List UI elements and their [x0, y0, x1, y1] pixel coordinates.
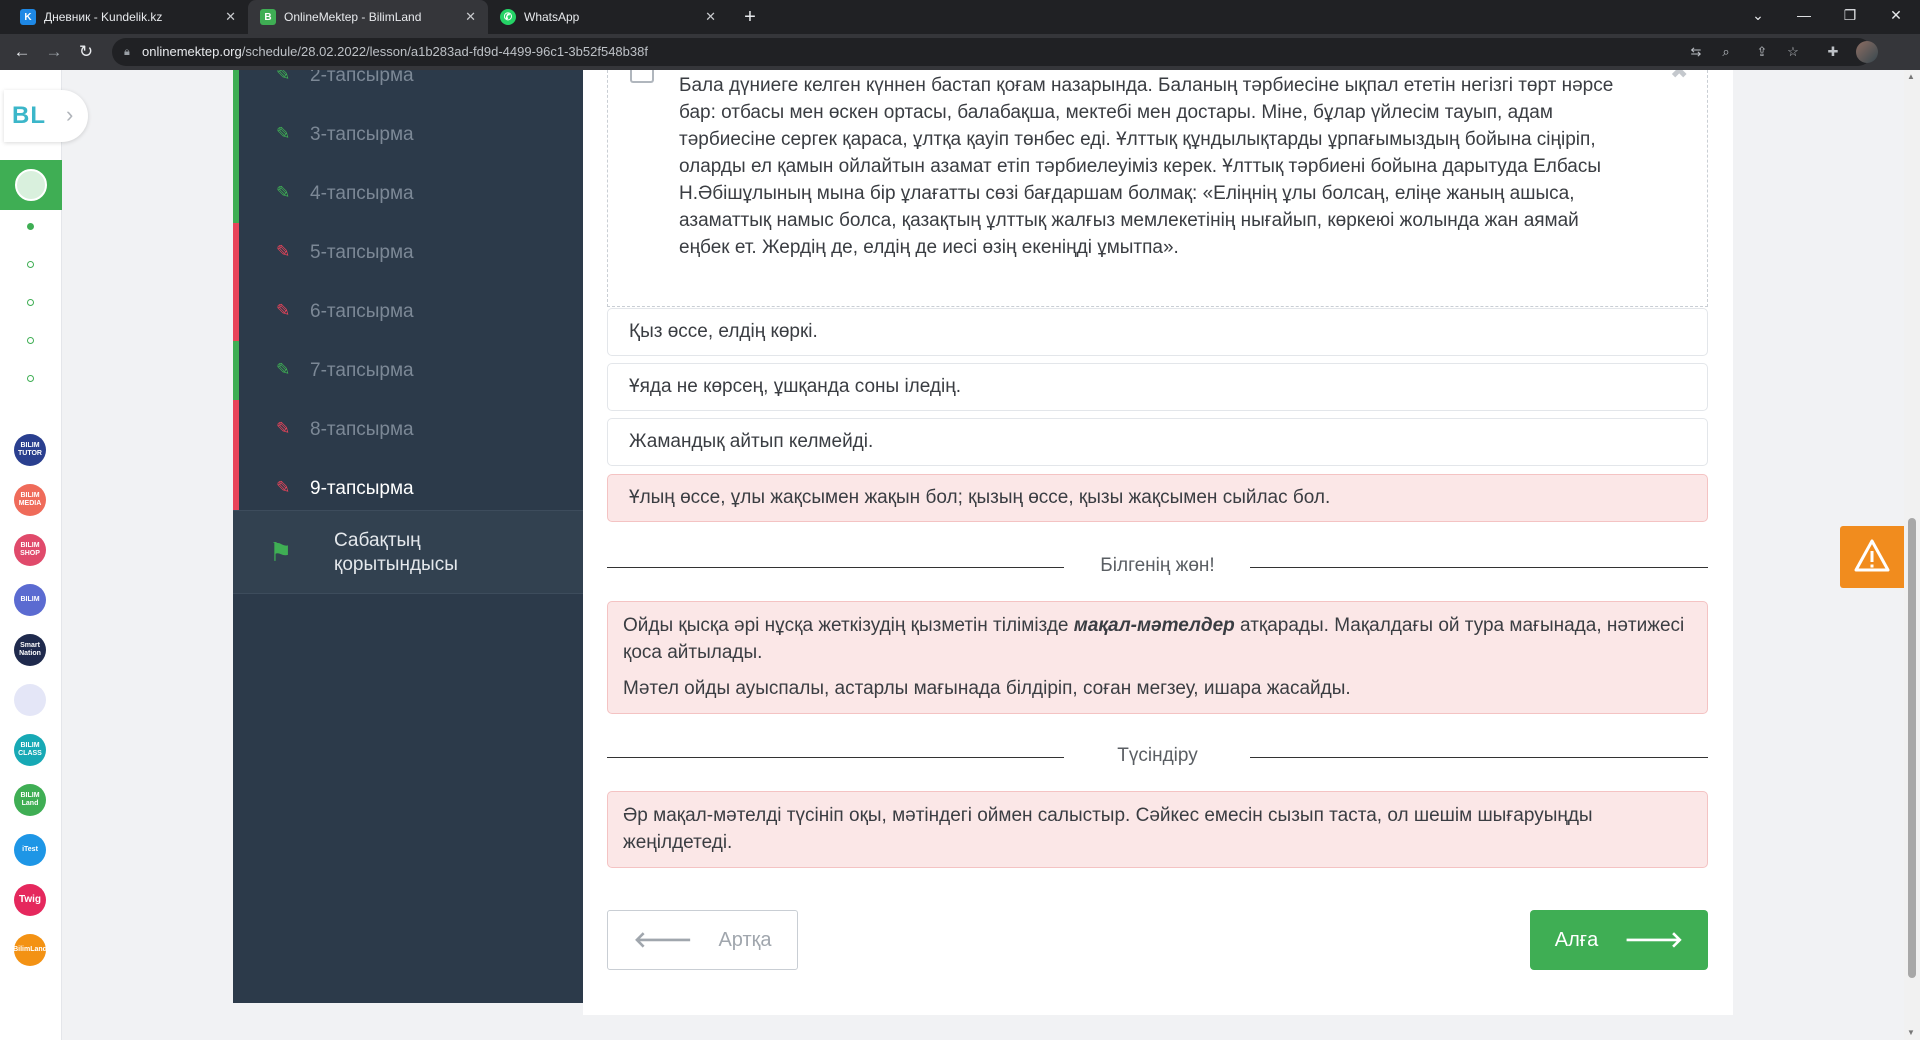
- bilim-app-icon[interactable]: BILIM: [14, 584, 46, 616]
- twig-app-icon[interactable]: Twig: [14, 884, 46, 916]
- tab-onlinemektep[interactable]: B OnlineMektep - BilimLand ✕: [248, 0, 488, 34]
- arrow-left-icon: 🡐: [633, 927, 693, 952]
- sidebar-lesson-summary[interactable]: ⚑ Сабақтың қорытындысы: [233, 510, 583, 594]
- sidebar-task-4[interactable]: ✎ 4-тапсырма: [233, 164, 583, 223]
- address-bar[interactable]: 🔒︎ onlinemektep.org/schedule/28.02.2022/l…: [112, 38, 1872, 66]
- answer-option-4-wrong[interactable]: Ұлың өссе, ұлы жақсымен жақын бол; қызың…: [607, 474, 1708, 522]
- bookmark-star-icon[interactable]: ☆: [1785, 44, 1801, 60]
- rail-dot[interactable]: [27, 261, 34, 268]
- explain-divider: Түсіндіру: [607, 742, 1708, 772]
- whatsapp-favicon-icon: ✆: [500, 9, 516, 25]
- lock-icon: 🔒︎: [124, 46, 130, 58]
- arrow-right-icon: 🡒: [1624, 927, 1684, 952]
- next-button[interactable]: Алға 🡒: [1530, 910, 1708, 970]
- know-heading: Білгенің жөн!: [1100, 555, 1215, 576]
- know-info-box: Ойды қысқа әрі нұсқа жеткізудің қызметін…: [607, 601, 1708, 714]
- page-scrollbar[interactable]: ▲ ▼: [1904, 70, 1920, 1040]
- warning-icon: [1854, 539, 1890, 572]
- rail-dot-active[interactable]: [27, 223, 34, 230]
- translate-icon[interactable]: ⇆: [1688, 44, 1704, 60]
- new-tab-button[interactable]: +: [737, 4, 763, 30]
- edit-icon: ✎: [276, 419, 291, 438]
- scroll-up-icon[interactable]: ▲: [1907, 72, 1915, 81]
- browser-tab-bar: K Дневник - Kundelik.kz ✕ B OnlineMektep…: [0, 0, 1920, 34]
- sidebar-task-7[interactable]: ✎ 7-тапсырма: [233, 341, 583, 400]
- rail-dot[interactable]: [27, 375, 34, 382]
- share-icon[interactable]: ⇪: [1754, 44, 1770, 60]
- bilim-media-app-icon[interactable]: BILIM MEDIA: [14, 484, 46, 516]
- sidebar-task-6[interactable]: ✎ 6-тапсырма: [233, 282, 583, 341]
- edit-icon: ✎: [276, 124, 291, 143]
- back-arrow-icon[interactable]: ←: [10, 40, 34, 64]
- reading-passage: ✖ Бала дүниеге келген күннен бастап қоға…: [607, 70, 1708, 307]
- bilimland-favicon-icon: B: [260, 9, 276, 25]
- explain-heading: Түсіндіру: [1117, 745, 1198, 766]
- zoom-icon[interactable]: ⌕: [1718, 44, 1734, 60]
- tab-kundelik[interactable]: K Дневник - Kundelik.kz ✕: [8, 0, 248, 34]
- reload-icon[interactable]: ↻: [74, 40, 98, 64]
- task-content-panel: ✖ Бала дүниеге келген күннен бастап қоға…: [583, 70, 1733, 1015]
- know-paragraph-2: Мәтел ойды ауыспалы, астарлы мағынада бі…: [623, 678, 1351, 699]
- forward-arrow-icon[interactable]: →: [42, 40, 66, 64]
- edit-icon: ✎: [276, 70, 291, 84]
- back-button[interactable]: 🡐 Артқа: [607, 910, 798, 970]
- close-tab-icon[interactable]: ✕: [465, 9, 476, 25]
- answer-option-2[interactable]: Ұяда не көрсең, ұшқанда соны іледің.: [607, 363, 1708, 411]
- flag-icon: ⚑: [269, 537, 293, 567]
- bilimland-logo-button[interactable]: BL ›: [4, 90, 88, 142]
- online-mektep-icon: [15, 169, 47, 201]
- itest-app-icon[interactable]: iTest: [14, 834, 46, 866]
- edit-icon: ✎: [276, 301, 291, 320]
- bilimland-orange-app-icon[interactable]: BilimLand: [13, 934, 47, 966]
- tab-whatsapp[interactable]: ✆ WhatsApp ✕: [488, 0, 728, 34]
- minimize-button[interactable]: —: [1781, 0, 1827, 30]
- sidebar-task-8[interactable]: ✎ 8-тапсырма: [233, 400, 583, 459]
- answer-option-1[interactable]: Қыз өссе, елдің көркі.: [607, 308, 1708, 356]
- restore-button[interactable]: ❐: [1827, 0, 1873, 30]
- answer-option-3[interactable]: Жамандық айтып келмейді.: [607, 418, 1708, 466]
- smart-nation-app-icon[interactable]: Smart Nation: [14, 634, 46, 666]
- scroll-down-icon[interactable]: ▼: [1907, 1028, 1915, 1037]
- extensions-puzzle-icon[interactable]: ✚: [1825, 44, 1841, 60]
- report-problem-button[interactable]: [1840, 526, 1904, 588]
- bilim-shop-app-icon[interactable]: BILIM SHOP: [14, 534, 46, 566]
- document-icon: [630, 70, 654, 83]
- explain-info-box: Әр мақал-мәтелді түсініп оқы, мәтіндегі …: [607, 791, 1708, 868]
- emphasis-term: мақал-мәтелдер: [1073, 615, 1235, 636]
- chevron-right-icon: ›: [66, 102, 74, 127]
- tab-search-icon[interactable]: ⌄: [1735, 0, 1781, 30]
- edit-icon: ✎: [276, 183, 291, 202]
- rail-online-mektep[interactable]: [0, 160, 62, 210]
- sidebar-task-5[interactable]: ✎ 5-тапсырма: [233, 223, 583, 282]
- lesson-task-sidebar: ✎ 2-тапсырма ✎ 3-тапсырма ✎ 4-тапсырма ✎…: [233, 70, 583, 1003]
- close-tab-icon[interactable]: ✕: [225, 9, 236, 25]
- edit-icon: ✎: [276, 242, 291, 261]
- kundelik-favicon-icon: K: [20, 9, 36, 25]
- profile-avatar[interactable]: [1856, 41, 1878, 63]
- left-app-rail: BL › BILIM TUTOR BILIM MEDIA BILIM SHOP …: [0, 70, 88, 1040]
- rail-dot[interactable]: [27, 299, 34, 306]
- page: BL › BILIM TUTOR BILIM MEDIA BILIM SHOP …: [0, 70, 1920, 1040]
- document-app-icon[interactable]: [14, 684, 46, 716]
- bilim-tutor-app-icon[interactable]: BILIM TUTOR: [14, 434, 46, 466]
- sidebar-task-2[interactable]: ✎ 2-тапсырма: [233, 70, 583, 105]
- browser-toolbar: ← → ↻ 🔒︎ onlinemektep.org/schedule/28.02.…: [0, 34, 1920, 70]
- know-divider: Білгенің жөн!: [607, 552, 1708, 582]
- close-tab-icon[interactable]: ✕: [705, 9, 716, 25]
- bilim-class-app-icon[interactable]: BILIM CLASS: [14, 734, 46, 766]
- close-icon[interactable]: ✖: [1670, 70, 1688, 84]
- edit-icon: ✎: [276, 478, 291, 497]
- close-window-button[interactable]: ✕: [1873, 0, 1919, 30]
- edit-icon: ✎: [276, 360, 291, 379]
- rail-dot[interactable]: [27, 337, 34, 344]
- sidebar-task-3[interactable]: ✎ 3-тапсырма: [233, 105, 583, 164]
- know-paragraph-1: Ойды қысқа әрі нұсқа жеткізудің қызметін…: [623, 615, 1685, 663]
- bilimland-app-icon[interactable]: BILIM Land: [14, 784, 46, 816]
- scrollbar-thumb[interactable]: [1908, 518, 1916, 978]
